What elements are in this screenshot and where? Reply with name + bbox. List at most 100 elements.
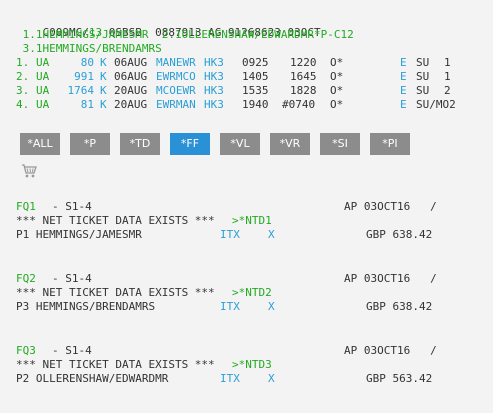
segment-arrival-extra: #0740 (282, 98, 316, 111)
segment-status: HK3 (204, 84, 224, 97)
passenger-line-2[interactable]: 3.1HEMMINGS/BRENDAMRS (16, 42, 162, 56)
toolbar-button-all[interactable]: *ALL (20, 133, 60, 155)
passenger-line-1[interactable]: 1.1HEMMINGS/JAMESMR 2.1OLLERENSHAW/EDWAR… (16, 28, 354, 42)
segment-day: SU/MO2 (416, 98, 456, 111)
fare-quote-link[interactable]: FQ1 (16, 200, 36, 214)
fare-quote-link[interactable]: FQ2 (16, 272, 36, 286)
toolbar-button-pi[interactable]: *PI (370, 133, 410, 155)
segment-row[interactable]: 4. UA 81 K 20AUG EWRMAN HK3 1940 #0740 O* E SU/MO2 (16, 98, 486, 112)
fare-quote-segments: - S1-4 (52, 272, 92, 285)
segment-date: 06AUG (114, 56, 148, 69)
segment-number: 4. (16, 98, 30, 111)
fare-quote-ap-date: AP 03OCT16 / (344, 272, 437, 285)
fare-x[interactable]: X (268, 372, 275, 386)
net-ticket-notice: *** NET TICKET DATA EXISTS *** >*NTD1 (16, 214, 486, 228)
segment-stop: 1 (444, 70, 451, 83)
segment-day: SU (416, 84, 430, 97)
net-ticket-text: *** NET TICKET DATA EXISTS *** (16, 286, 215, 299)
segment-date: 06AUG (114, 70, 148, 83)
segment-class: K (100, 84, 107, 97)
segment-option: O* (330, 98, 344, 111)
segment-arrival: 1645 (290, 70, 317, 83)
segment-option: O* (330, 56, 344, 69)
fare-itx[interactable]: ITX (220, 300, 240, 314)
segment-day: SU (416, 56, 430, 69)
toolbar-button-vl[interactable]: *VL (220, 133, 260, 155)
segment-status: HK3 (204, 98, 224, 111)
fare-quote-segments: - S1-4 (52, 200, 92, 213)
segment-route[interactable]: MANEWR (156, 56, 196, 70)
net-ticket-text: *** NET TICKET DATA EXISTS *** (16, 358, 215, 371)
segment-flight[interactable]: 991 (56, 70, 94, 84)
segment-e-ticket: E (400, 98, 407, 111)
segment-route[interactable]: EWRMCO (156, 70, 196, 84)
segment-e-ticket: E (400, 56, 407, 69)
segment-date: 20AUG (114, 84, 148, 97)
net-ticket-link[interactable]: >*NTD1 (232, 214, 272, 228)
net-ticket-text: *** NET TICKET DATA EXISTS *** (16, 214, 215, 227)
fare-quote-header: FQ1 - S1-4 AP 03OCT16 / (16, 200, 486, 214)
fare-price: GBP 638.42 (366, 300, 433, 313)
shopping-cart-icon[interactable] (21, 163, 37, 179)
segment-arrival: 1220 (290, 56, 317, 69)
fare-quote-ap-date: AP 03OCT16 / (344, 344, 437, 357)
segment-option: O* (330, 70, 344, 83)
segment-option: O* (330, 84, 344, 97)
segment-class: K (100, 70, 107, 83)
segment-row[interactable]: 2. UA 991 K 06AUG EWRMCO HK3 1405 1645 O* E SU 1 (16, 70, 486, 84)
toolbar-button-ff[interactable]: *FF (170, 133, 210, 155)
segment-stop: 2 (444, 84, 451, 97)
fare-quote-header: FQ2 - S1-4 AP 03OCT16 / (16, 272, 486, 286)
segment-row[interactable]: 1. UA 80 K 06AUG MANEWR HK3 0925 1220 O* E SU 1 (16, 56, 486, 70)
segment-route[interactable]: MCOEWR (156, 84, 196, 98)
segment-row[interactable]: 3. UA 1764 K 20AUG MCOEWR HK3 1535 1828 O* E SU 2 (16, 84, 486, 98)
segment-e-ticket: E (400, 70, 407, 83)
segment-airline: UA (36, 84, 50, 97)
toolbar-button-td[interactable]: *TD (120, 133, 160, 155)
fare-itx[interactable]: ITX (220, 228, 240, 242)
segment-arrival: 1828 (290, 84, 317, 97)
fare-passenger-row: P1 HEMMINGS/JAMESMR ITX X GBP 638.42 (16, 228, 486, 242)
net-ticket-link[interactable]: >*NTD2 (232, 286, 272, 300)
segment-class: K (100, 98, 107, 111)
fare-passenger-row: P3 HEMMINGS/BRENDAMRS ITX X GBP 638.42 (16, 300, 486, 314)
toolbar-button-si[interactable]: *SI (320, 133, 360, 155)
segment-date: 20AUG (114, 98, 148, 111)
segment-airline: UA (36, 56, 50, 69)
fare-passenger-name: P2 OLLERENSHAW/EDWARDMR (16, 372, 169, 385)
fare-quote-header: FQ3 - S1-4 AP 03OCT16 / (16, 344, 486, 358)
fare-quote-segments: - S1-4 (52, 344, 92, 357)
segment-status: HK3 (204, 56, 224, 69)
segment-airline: UA (36, 98, 50, 111)
segment-e-ticket: E (400, 84, 407, 97)
segment-departure: 1535 (242, 84, 269, 97)
segment-flight[interactable]: 80 (56, 56, 94, 70)
segment-class: K (100, 56, 107, 69)
segment-number: 2. (16, 70, 30, 83)
segment-number: 1. (16, 56, 30, 69)
net-ticket-notice: *** NET TICKET DATA EXISTS *** >*NTD2 (16, 286, 486, 300)
pnr-screen: C009MG/13 QSBSB 0887913 AG 91268623 03OC… (0, 0, 493, 413)
segment-status: HK3 (204, 70, 224, 83)
fare-x[interactable]: X (268, 300, 275, 314)
segment-route[interactable]: EWRMAN (156, 98, 196, 112)
segment-day: SU (416, 70, 430, 83)
fare-quote-link[interactable]: FQ3 (16, 344, 36, 358)
fare-itx[interactable]: ITX (220, 372, 240, 386)
segment-stop: 1 (444, 56, 451, 69)
fare-passenger-name: P3 HEMMINGS/BRENDAMRS (16, 300, 156, 313)
fare-passenger-name: P1 HEMMINGS/JAMESMR (16, 228, 142, 241)
fare-passenger-row: P2 OLLERENSHAW/EDWARDMR ITX X GBP 563.42 (16, 372, 486, 386)
segment-flight[interactable]: 1764 (56, 84, 95, 98)
segment-flight[interactable]: 81 (56, 98, 94, 112)
segment-departure: 1940 (242, 98, 269, 111)
fare-x[interactable]: X (268, 228, 275, 242)
record-header: C009MG/13 QSBSB 0887913 AG 91268623 03OC… (16, 12, 321, 39)
fare-quote-ap-date: AP 03OCT16 / (344, 200, 437, 213)
toolbar-button-vr[interactable]: *VR (270, 133, 310, 155)
fare-price: GBP 638.42 (366, 228, 433, 241)
net-ticket-notice: *** NET TICKET DATA EXISTS *** >*NTD3 (16, 358, 486, 372)
net-ticket-link[interactable]: >*NTD3 (232, 358, 272, 372)
toolbar-button-p[interactable]: *P (70, 133, 110, 155)
fare-price: GBP 563.42 (366, 372, 433, 385)
